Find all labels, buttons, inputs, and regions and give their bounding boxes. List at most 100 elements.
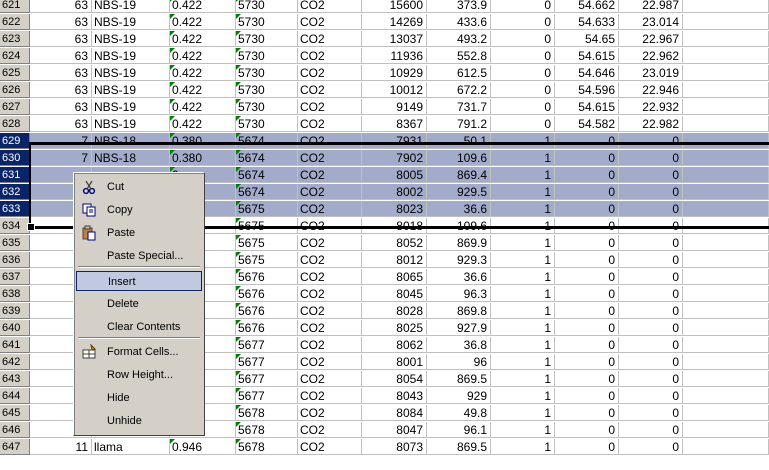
cell-d13c[interactable]: 0 xyxy=(619,439,683,455)
cell-empty[interactable] xyxy=(683,354,769,370)
cell-value[interactable]: 96.1 xyxy=(427,422,491,438)
cell-count[interactable]: 63 xyxy=(30,99,92,115)
cell-run[interactable]: 5678 xyxy=(236,405,298,421)
cell-intensity[interactable]: 8043 xyxy=(362,388,427,404)
row-header[interactable]: 627 xyxy=(0,99,30,115)
cell-flag[interactable]: 1 xyxy=(491,388,555,404)
menu-item-paste-special[interactable]: Paste Special... xyxy=(76,246,202,266)
menu-item-hide[interactable]: Hide xyxy=(76,388,202,408)
cell-gas[interactable]: CO2 xyxy=(298,235,362,251)
cell-d18o[interactable]: 0 xyxy=(555,371,619,387)
cell-sample[interactable]: NBS-19 xyxy=(92,48,170,64)
table-row[interactable]: 625 63 NBS-19 0.422 5730 CO2 10929 612.5 0 54.646… xyxy=(0,65,769,82)
row-header[interactable]: 633 xyxy=(0,201,30,217)
spreadsheet-grid[interactable]: 621 63 NBS-19 0.422 5730 CO2 15600 373.9 0 54.662… xyxy=(0,0,769,470)
cell-d18o[interactable]: 0 xyxy=(555,201,619,217)
menu-item-copy[interactable]: Copy xyxy=(76,200,202,220)
cell-value[interactable]: 109.6 xyxy=(427,150,491,166)
cell-empty[interactable] xyxy=(683,0,769,13)
cell-intensity[interactable]: 8065 xyxy=(362,269,427,285)
cell-value[interactable]: 869.5 xyxy=(427,439,491,455)
cell-d18o[interactable]: 0 xyxy=(555,405,619,421)
cell-empty[interactable] xyxy=(683,133,769,149)
row-header[interactable]: 622 xyxy=(0,14,30,30)
cell-count[interactable]: 63 xyxy=(30,0,92,13)
cell-value[interactable]: 869.4 xyxy=(427,167,491,183)
cell-intensity[interactable]: 13037 xyxy=(362,31,427,47)
cell-flag[interactable]: 1 xyxy=(491,439,555,455)
cell-d13c[interactable]: 0 xyxy=(619,269,683,285)
cell-count[interactable]: 63 xyxy=(30,65,92,81)
cell-run[interactable]: 5730 xyxy=(236,14,298,30)
cell-intensity[interactable]: 14269 xyxy=(362,14,427,30)
row-header[interactable]: 645 xyxy=(0,405,30,421)
cell-empty[interactable] xyxy=(683,439,769,455)
cell-value[interactable]: 929 xyxy=(427,388,491,404)
cell-flag[interactable]: 0 xyxy=(491,31,555,47)
cell-gas[interactable]: CO2 xyxy=(298,99,362,115)
cell-d18o[interactable]: 0 xyxy=(555,337,619,353)
cell-run[interactable]: 5677 xyxy=(236,354,298,370)
cell-sample[interactable]: NBS-19 xyxy=(92,99,170,115)
cell-gas[interactable]: CO2 xyxy=(298,354,362,370)
row-header[interactable]: 646 xyxy=(0,422,30,438)
cell-flag[interactable]: 1 xyxy=(491,371,555,387)
cell-sample[interactable]: NBS-18 xyxy=(92,150,170,166)
cell-gas[interactable]: CO2 xyxy=(298,14,362,30)
cell-run[interactable]: 5675 xyxy=(236,252,298,268)
cell-flag[interactable]: 0 xyxy=(491,116,555,132)
cell-d13c[interactable]: 22.967 xyxy=(619,31,683,47)
row-header[interactable]: 639 xyxy=(0,303,30,319)
cell-empty[interactable] xyxy=(683,286,769,302)
cell-d18o[interactable]: 0 xyxy=(555,303,619,319)
cell-value[interactable]: 50.1 xyxy=(427,133,491,149)
menu-item-unhide[interactable]: Unhide xyxy=(76,411,202,431)
cell-intensity[interactable]: 8025 xyxy=(362,320,427,336)
cell-weight[interactable]: 0.422 xyxy=(170,14,236,30)
table-row[interactable]: 628 63 NBS-19 0.422 5730 CO2 8367 791.2 0 54.582 2… xyxy=(0,116,769,133)
cell-d18o[interactable]: 54.662 xyxy=(555,0,619,13)
cell-flag[interactable]: 1 xyxy=(491,269,555,285)
cell-run[interactable]: 5677 xyxy=(236,337,298,353)
cell-empty[interactable] xyxy=(683,320,769,336)
cell-flag[interactable]: 1 xyxy=(491,167,555,183)
cell-sample[interactable]: NBS-19 xyxy=(92,31,170,47)
cell-value[interactable]: 493.2 xyxy=(427,31,491,47)
table-row[interactable]: 622 63 NBS-19 0.422 5730 CO2 14269 433.6 0 54.633… xyxy=(0,14,769,31)
cell-count[interactable]: 63 xyxy=(30,116,92,132)
cell-gas[interactable]: CO2 xyxy=(298,320,362,336)
cell-intensity[interactable]: 7931 xyxy=(362,133,427,149)
cell-d13c[interactable]: 0 xyxy=(619,388,683,404)
cell-intensity[interactable]: 15600 xyxy=(362,0,427,13)
row-header[interactable]: 637 xyxy=(0,269,30,285)
cell-gas[interactable]: CO2 xyxy=(298,31,362,47)
cell-run[interactable]: 5674 xyxy=(236,133,298,149)
cell-empty[interactable] xyxy=(683,48,769,64)
cell-d18o[interactable]: 54.633 xyxy=(555,14,619,30)
cell-d18o[interactable]: 0 xyxy=(555,133,619,149)
cell-d13c[interactable]: 0 xyxy=(619,167,683,183)
row-header[interactable]: 641 xyxy=(0,337,30,353)
cell-d18o[interactable]: 0 xyxy=(555,252,619,268)
cell-d13c[interactable]: 0 xyxy=(619,405,683,421)
cell-d18o[interactable]: 0 xyxy=(555,150,619,166)
cell-weight[interactable]: 0.380 xyxy=(170,150,236,166)
cell-flag[interactable]: 0 xyxy=(491,14,555,30)
cell-run[interactable]: 5730 xyxy=(236,82,298,98)
cell-value[interactable]: 791.2 xyxy=(427,116,491,132)
row-header[interactable]: 642 xyxy=(0,354,30,370)
cell-empty[interactable] xyxy=(683,65,769,81)
cell-count[interactable]: 7 xyxy=(30,150,92,166)
table-row[interactable]: 626 63 NBS-19 0.422 5730 CO2 10012 672.2 0 54.596… xyxy=(0,82,769,99)
cell-d18o[interactable]: 0 xyxy=(555,439,619,455)
menu-item-format-cells[interactable]: Format Cells... xyxy=(76,342,202,362)
cell-flag[interactable]: 1 xyxy=(491,184,555,200)
row-header[interactable]: 643 xyxy=(0,371,30,387)
cell-weight[interactable]: 0.380 xyxy=(170,133,236,149)
cell-weight[interactable]: 0.422 xyxy=(170,99,236,115)
cell-gas[interactable]: CO2 xyxy=(298,133,362,149)
cell-empty[interactable] xyxy=(683,150,769,166)
cell-flag[interactable]: 1 xyxy=(491,235,555,251)
cell-run[interactable]: 5674 xyxy=(236,184,298,200)
cell-flag[interactable]: 1 xyxy=(491,133,555,149)
